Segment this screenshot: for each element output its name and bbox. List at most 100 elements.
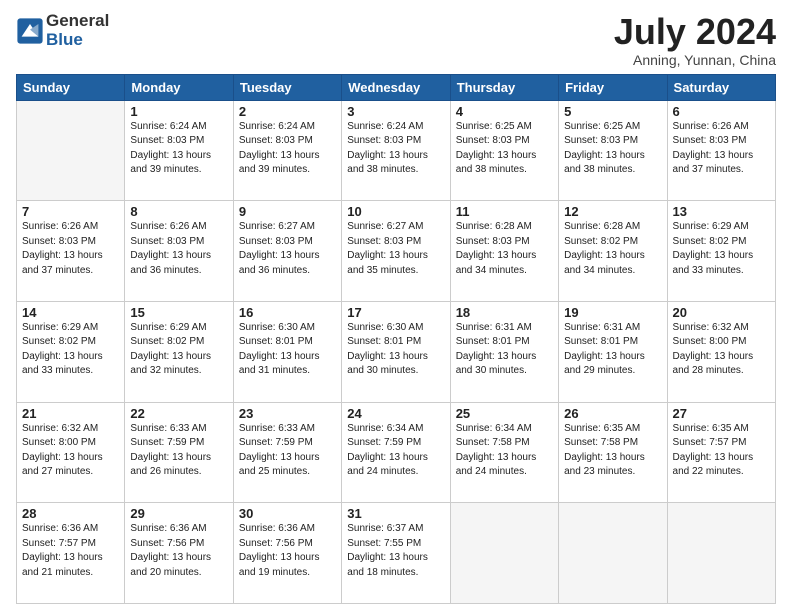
- day-number: 6: [673, 104, 770, 119]
- day-info: Sunrise: 6:31 AM Sunset: 8:01 PM Dayligh…: [564, 321, 661, 379]
- day-info: Sunrise: 6:29 AM Sunset: 8:02 PM Dayligh…: [22, 321, 119, 379]
- day-info: Sunrise: 6:31 AM Sunset: 8:01 PM Dayligh…: [456, 321, 553, 379]
- table-row: 4Sunrise: 6:25 AM Sunset: 8:03 PM Daylig…: [450, 100, 558, 201]
- day-info: Sunrise: 6:30 AM Sunset: 8:01 PM Dayligh…: [347, 321, 444, 379]
- day-number: 18: [456, 305, 553, 320]
- day-number: 31: [347, 506, 444, 521]
- day-number: 27: [673, 406, 770, 421]
- table-row: 10Sunrise: 6:27 AM Sunset: 8:03 PM Dayli…: [342, 201, 450, 302]
- table-row: 26Sunrise: 6:35 AM Sunset: 7:58 PM Dayli…: [559, 402, 667, 503]
- col-tuesday: Tuesday: [233, 74, 341, 100]
- day-info: Sunrise: 6:37 AM Sunset: 7:55 PM Dayligh…: [347, 522, 444, 580]
- day-number: 22: [130, 406, 227, 421]
- table-row: 13Sunrise: 6:29 AM Sunset: 8:02 PM Dayli…: [667, 201, 775, 302]
- table-row: [559, 503, 667, 604]
- day-number: 21: [22, 406, 119, 421]
- table-row: 17Sunrise: 6:30 AM Sunset: 8:01 PM Dayli…: [342, 301, 450, 402]
- day-number: 8: [130, 204, 227, 219]
- day-number: 4: [456, 104, 553, 119]
- day-info: Sunrise: 6:24 AM Sunset: 8:03 PM Dayligh…: [239, 120, 336, 178]
- main-title: July 2024: [614, 12, 776, 52]
- col-wednesday: Wednesday: [342, 74, 450, 100]
- col-monday: Monday: [125, 74, 233, 100]
- table-row: 22Sunrise: 6:33 AM Sunset: 7:59 PM Dayli…: [125, 402, 233, 503]
- day-info: Sunrise: 6:28 AM Sunset: 8:02 PM Dayligh…: [564, 220, 661, 278]
- table-row: 6Sunrise: 6:26 AM Sunset: 8:03 PM Daylig…: [667, 100, 775, 201]
- day-info: Sunrise: 6:27 AM Sunset: 8:03 PM Dayligh…: [347, 220, 444, 278]
- day-number: 19: [564, 305, 661, 320]
- table-row: 23Sunrise: 6:33 AM Sunset: 7:59 PM Dayli…: [233, 402, 341, 503]
- day-info: Sunrise: 6:34 AM Sunset: 7:58 PM Dayligh…: [456, 422, 553, 480]
- table-row: 1Sunrise: 6:24 AM Sunset: 8:03 PM Daylig…: [125, 100, 233, 201]
- day-number: 3: [347, 104, 444, 119]
- day-info: Sunrise: 6:26 AM Sunset: 8:03 PM Dayligh…: [130, 220, 227, 278]
- table-row: 14Sunrise: 6:29 AM Sunset: 8:02 PM Dayli…: [17, 301, 125, 402]
- day-info: Sunrise: 6:33 AM Sunset: 7:59 PM Dayligh…: [239, 422, 336, 480]
- col-friday: Friday: [559, 74, 667, 100]
- subtitle: Anning, Yunnan, China: [614, 52, 776, 68]
- day-info: Sunrise: 6:34 AM Sunset: 7:59 PM Dayligh…: [347, 422, 444, 480]
- table-row: 3Sunrise: 6:24 AM Sunset: 8:03 PM Daylig…: [342, 100, 450, 201]
- day-number: 30: [239, 506, 336, 521]
- calendar-week-row: 28Sunrise: 6:36 AM Sunset: 7:57 PM Dayli…: [17, 503, 776, 604]
- table-row: 25Sunrise: 6:34 AM Sunset: 7:58 PM Dayli…: [450, 402, 558, 503]
- table-row: 18Sunrise: 6:31 AM Sunset: 8:01 PM Dayli…: [450, 301, 558, 402]
- day-info: Sunrise: 6:25 AM Sunset: 8:03 PM Dayligh…: [564, 120, 661, 178]
- day-number: 14: [22, 305, 119, 320]
- day-number: 24: [347, 406, 444, 421]
- day-info: Sunrise: 6:36 AM Sunset: 7:57 PM Dayligh…: [22, 522, 119, 580]
- calendar-header-row: Sunday Monday Tuesday Wednesday Thursday…: [17, 74, 776, 100]
- table-row: [17, 100, 125, 201]
- day-number: 25: [456, 406, 553, 421]
- table-row: 19Sunrise: 6:31 AM Sunset: 8:01 PM Dayli…: [559, 301, 667, 402]
- day-info: Sunrise: 6:24 AM Sunset: 8:03 PM Dayligh…: [130, 120, 227, 178]
- day-info: Sunrise: 6:24 AM Sunset: 8:03 PM Dayligh…: [347, 120, 444, 178]
- calendar: Sunday Monday Tuesday Wednesday Thursday…: [16, 74, 776, 604]
- day-number: 20: [673, 305, 770, 320]
- day-info: Sunrise: 6:36 AM Sunset: 7:56 PM Dayligh…: [239, 522, 336, 580]
- day-info: Sunrise: 6:32 AM Sunset: 8:00 PM Dayligh…: [673, 321, 770, 379]
- table-row: 30Sunrise: 6:36 AM Sunset: 7:56 PM Dayli…: [233, 503, 341, 604]
- day-info: Sunrise: 6:30 AM Sunset: 8:01 PM Dayligh…: [239, 321, 336, 379]
- day-number: 7: [22, 204, 119, 219]
- day-number: 2: [239, 104, 336, 119]
- table-row: 20Sunrise: 6:32 AM Sunset: 8:00 PM Dayli…: [667, 301, 775, 402]
- table-row: 8Sunrise: 6:26 AM Sunset: 8:03 PM Daylig…: [125, 201, 233, 302]
- table-row: 12Sunrise: 6:28 AM Sunset: 8:02 PM Dayli…: [559, 201, 667, 302]
- title-block: July 2024 Anning, Yunnan, China: [614, 12, 776, 68]
- table-row: 16Sunrise: 6:30 AM Sunset: 8:01 PM Dayli…: [233, 301, 341, 402]
- day-info: Sunrise: 6:27 AM Sunset: 8:03 PM Dayligh…: [239, 220, 336, 278]
- day-number: 10: [347, 204, 444, 219]
- day-info: Sunrise: 6:35 AM Sunset: 7:58 PM Dayligh…: [564, 422, 661, 480]
- table-row: 7Sunrise: 6:26 AM Sunset: 8:03 PM Daylig…: [17, 201, 125, 302]
- day-number: 13: [673, 204, 770, 219]
- day-number: 29: [130, 506, 227, 521]
- day-number: 11: [456, 204, 553, 219]
- table-row: 21Sunrise: 6:32 AM Sunset: 8:00 PM Dayli…: [17, 402, 125, 503]
- table-row: [667, 503, 775, 604]
- calendar-week-row: 1Sunrise: 6:24 AM Sunset: 8:03 PM Daylig…: [17, 100, 776, 201]
- col-saturday: Saturday: [667, 74, 775, 100]
- day-number: 16: [239, 305, 336, 320]
- day-info: Sunrise: 6:28 AM Sunset: 8:03 PM Dayligh…: [456, 220, 553, 278]
- day-info: Sunrise: 6:29 AM Sunset: 8:02 PM Dayligh…: [673, 220, 770, 278]
- day-number: 17: [347, 305, 444, 320]
- table-row: 5Sunrise: 6:25 AM Sunset: 8:03 PM Daylig…: [559, 100, 667, 201]
- table-row: 29Sunrise: 6:36 AM Sunset: 7:56 PM Dayli…: [125, 503, 233, 604]
- day-number: 9: [239, 204, 336, 219]
- table-row: 2Sunrise: 6:24 AM Sunset: 8:03 PM Daylig…: [233, 100, 341, 201]
- table-row: 31Sunrise: 6:37 AM Sunset: 7:55 PM Dayli…: [342, 503, 450, 604]
- day-number: 12: [564, 204, 661, 219]
- day-info: Sunrise: 6:26 AM Sunset: 8:03 PM Dayligh…: [22, 220, 119, 278]
- day-number: 5: [564, 104, 661, 119]
- table-row: [450, 503, 558, 604]
- day-number: 23: [239, 406, 336, 421]
- table-row: 15Sunrise: 6:29 AM Sunset: 8:02 PM Dayli…: [125, 301, 233, 402]
- day-info: Sunrise: 6:33 AM Sunset: 7:59 PM Dayligh…: [130, 422, 227, 480]
- calendar-week-row: 14Sunrise: 6:29 AM Sunset: 8:02 PM Dayli…: [17, 301, 776, 402]
- day-info: Sunrise: 6:29 AM Sunset: 8:02 PM Dayligh…: [130, 321, 227, 379]
- day-number: 15: [130, 305, 227, 320]
- day-number: 1: [130, 104, 227, 119]
- table-row: 9Sunrise: 6:27 AM Sunset: 8:03 PM Daylig…: [233, 201, 341, 302]
- logo-blue-text: Blue: [46, 31, 109, 50]
